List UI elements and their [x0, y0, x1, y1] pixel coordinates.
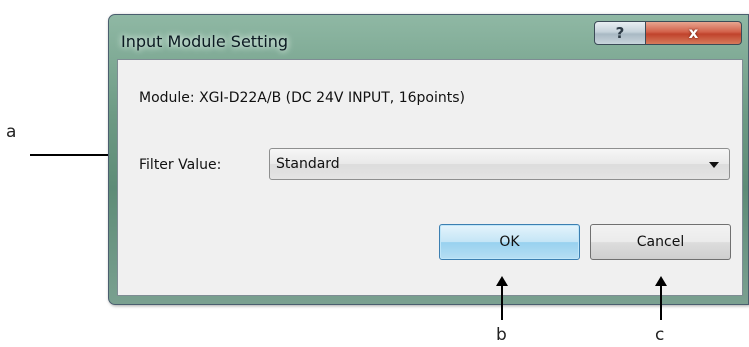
title-bar[interactable]: Input Module Setting ? x	[109, 15, 748, 59]
callout-c-line	[660, 284, 662, 320]
module-info-label: Module: XGI-D22A/B (DC 24V INPUT, 16poin…	[139, 90, 465, 106]
help-icon: ?	[615, 24, 625, 42]
callout-a-line	[30, 154, 110, 156]
dialog-body: Module: XGI-D22A/B (DC 24V INPUT, 16poin…	[117, 59, 743, 296]
input-module-setting-dialog: Input Module Setting ? x Module: XGI-D22…	[108, 14, 749, 305]
filter-value-label: Filter Value:	[139, 157, 222, 173]
cancel-button[interactable]: Cancel	[590, 224, 731, 260]
close-button[interactable]: x	[646, 21, 742, 45]
filter-value-dropdown[interactable]: Standard	[269, 148, 730, 180]
ok-button[interactable]: OK	[439, 224, 580, 260]
callout-a: a	[6, 122, 17, 142]
dialog-title: Input Module Setting	[121, 32, 289, 51]
close-icon: x	[688, 24, 699, 42]
callout-c: c	[655, 325, 665, 345]
caption-buttons: ? x	[594, 21, 744, 47]
callout-b: b	[496, 325, 507, 345]
callout-b-line	[501, 284, 503, 320]
help-button[interactable]: ?	[594, 21, 646, 45]
chevron-down-icon	[709, 162, 719, 168]
filter-value-selected: Standard	[276, 156, 340, 172]
